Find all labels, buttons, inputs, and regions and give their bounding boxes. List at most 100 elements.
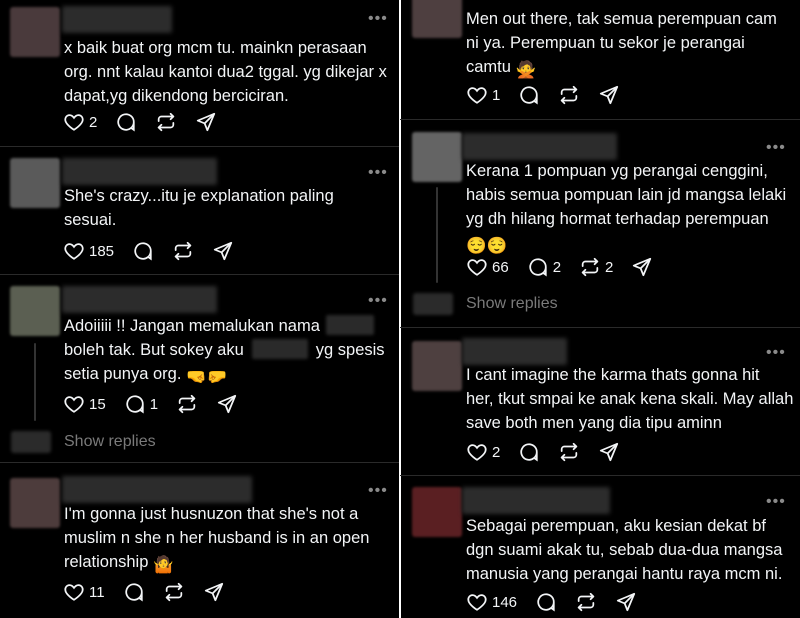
- repost-button[interactable]: [176, 393, 198, 415]
- share-button[interactable]: [195, 111, 217, 133]
- send-icon: [600, 85, 619, 105]
- repost-button[interactable]: [575, 591, 597, 613]
- show-replies-link[interactable]: Show replies: [64, 433, 156, 451]
- show-replies-row[interactable]: Show replies: [413, 292, 558, 316]
- username-blurred[interactable]: [62, 286, 217, 313]
- comment-icon: [126, 395, 144, 414]
- more-icon[interactable]: •••: [766, 140, 786, 156]
- send-icon: [600, 442, 619, 462]
- avatar[interactable]: [412, 132, 462, 182]
- repost-button[interactable]: [155, 111, 177, 133]
- share-button[interactable]: [216, 393, 238, 415]
- comment-line: save both men yang dia tipu aminn: [466, 414, 722, 432]
- comment-line: I'm gonna just husnuzon that she's not a: [64, 505, 359, 523]
- username-blurred[interactable]: [462, 487, 610, 514]
- redacted-word: [325, 315, 374, 335]
- like-button[interactable]: 11: [63, 581, 105, 603]
- comment-text: Adoiiiii !! Jangan memalukan nama boleh …: [64, 314, 385, 389]
- action-bar: 2: [63, 110, 235, 134]
- more-icon[interactable]: •••: [368, 293, 388, 309]
- like-count: 66: [492, 258, 509, 276]
- avatar[interactable]: [10, 478, 60, 528]
- reply-button[interactable]: [518, 84, 540, 106]
- share-button[interactable]: [598, 84, 620, 106]
- more-icon[interactable]: •••: [766, 345, 786, 361]
- avatar[interactable]: [412, 341, 462, 391]
- reply-button[interactable]: [132, 240, 154, 262]
- comment-text: She's crazy...itu je explanation paling …: [64, 184, 334, 232]
- reply-button[interactable]: [123, 581, 145, 603]
- more-icon[interactable]: •••: [766, 494, 786, 510]
- like-button[interactable]: 185: [63, 240, 114, 262]
- fist-bump-emoji: 🤜🤛: [186, 368, 228, 386]
- more-icon[interactable]: •••: [368, 11, 388, 27]
- reply-button[interactable]: 1: [124, 393, 158, 415]
- comment-line: I cant imagine the karma thats gonna hit: [466, 366, 760, 384]
- share-button[interactable]: [631, 256, 653, 278]
- comment-line: setia punya org. 🤜🤛: [64, 362, 385, 389]
- comment-line: org. nnt kalau kantoi dua2 tggal. yg dik…: [64, 63, 387, 81]
- comment-line: ni ya. Perempuan tu sekor je perangai: [466, 34, 745, 52]
- repost-button[interactable]: [558, 84, 580, 106]
- avatar[interactable]: [10, 158, 60, 208]
- like-button[interactable]: 146: [466, 591, 517, 613]
- like-button[interactable]: 1: [466, 84, 500, 106]
- divider: [400, 327, 800, 328]
- repost-icon: [561, 85, 578, 105]
- show-replies-link[interactable]: Show replies: [466, 295, 558, 313]
- divider: [400, 119, 800, 120]
- repost-icon: [561, 442, 578, 462]
- reply-button[interactable]: [535, 591, 557, 613]
- username-blurred[interactable]: [62, 158, 217, 185]
- avatar[interactable]: [10, 286, 60, 336]
- left-thread-column: ••• x baik buat org mcm tu. mainkn peras…: [0, 0, 400, 618]
- avatar[interactable]: [412, 0, 462, 38]
- like-button[interactable]: 15: [63, 393, 106, 415]
- like-button[interactable]: 2: [466, 441, 500, 463]
- reply-button[interactable]: [115, 111, 137, 133]
- username-blurred[interactable]: [462, 133, 617, 160]
- action-bar: 66 2 2: [466, 255, 671, 279]
- comment-line: Sebagai perempuan, aku kesian dekat bf: [466, 517, 766, 535]
- comment-text: x baik buat org mcm tu. mainkn perasaan …: [64, 36, 387, 108]
- username-blurred[interactable]: [62, 6, 172, 33]
- heart-icon: [64, 396, 84, 413]
- send-icon: [633, 257, 652, 277]
- heart-icon: [467, 87, 487, 104]
- avatar[interactable]: [10, 7, 60, 57]
- heart-icon: [467, 594, 487, 611]
- divider: [400, 475, 800, 476]
- comment-segment: Adoiiiii !! Jangan memalukan nama: [64, 317, 320, 335]
- username-blurred[interactable]: [462, 338, 567, 365]
- repost-button[interactable]: 2: [579, 256, 613, 278]
- like-button[interactable]: 66: [466, 256, 509, 278]
- repost-icon: [577, 592, 595, 612]
- send-icon: [616, 592, 636, 612]
- share-button[interactable]: [212, 240, 234, 262]
- like-button[interactable]: 2: [63, 111, 97, 133]
- username-blurred[interactable]: [62, 476, 252, 503]
- heart-icon: [64, 584, 84, 601]
- action-bar: 2: [466, 440, 638, 464]
- comment-icon: [134, 242, 152, 261]
- avatar[interactable]: [412, 487, 462, 537]
- reply-button[interactable]: [518, 441, 540, 463]
- more-icon[interactable]: •••: [368, 165, 388, 181]
- repost-button[interactable]: [558, 441, 580, 463]
- comment-segment: boleh tak. But sokey aku: [64, 341, 244, 359]
- repost-button[interactable]: [163, 581, 185, 603]
- comment-segment: relationship: [64, 553, 149, 571]
- show-replies-row[interactable]: Show replies: [11, 430, 156, 454]
- comment-icon: [537, 593, 555, 612]
- share-button[interactable]: [598, 441, 620, 463]
- action-bar: 1: [466, 83, 638, 107]
- more-icon[interactable]: •••: [368, 483, 388, 499]
- like-count: 146: [492, 593, 518, 611]
- reply-button[interactable]: 2: [527, 256, 561, 278]
- share-button[interactable]: [203, 581, 225, 603]
- repost-button[interactable]: [172, 240, 194, 262]
- repost-count: 2: [605, 258, 614, 276]
- share-button[interactable]: [615, 591, 637, 613]
- heart-icon: [64, 114, 84, 131]
- comment-line: manusia yang perangai hantu raya mcm ni.: [466, 565, 783, 583]
